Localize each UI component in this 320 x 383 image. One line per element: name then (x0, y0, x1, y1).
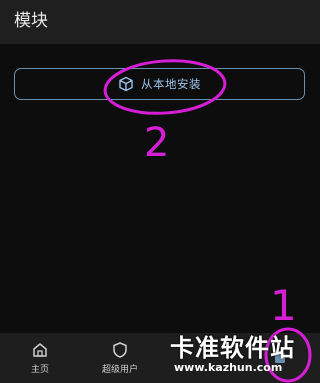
home-icon (33, 343, 47, 357)
install-from-storage-button[interactable]: 从本地安装 (14, 68, 305, 100)
package-box-icon (119, 76, 133, 92)
nav-item-home[interactable]: 主页 (0, 333, 80, 383)
annotation-overlay: 2 1 (103, 59, 312, 383)
bottom-navigation: 主页 超级用户 (0, 333, 320, 383)
app-root: 模块 从本地安装 主页 超级用户 2 1 卡准软件站 www.kazhun.co… (0, 0, 320, 383)
annotation-marker-1: 1 (270, 281, 297, 330)
install-button-label: 从本地安装 (141, 77, 201, 91)
shield-icon (113, 342, 127, 358)
page-title: 模块 (14, 11, 48, 31)
nav-label-home: 主页 (30, 365, 49, 375)
puzzle-icon (275, 350, 285, 363)
nav-item-hidden[interactable] (160, 333, 240, 383)
nav-item-modules[interactable] (240, 333, 320, 383)
app-bar: 模块 (0, 0, 320, 44)
nav-label-superuser: 超级用户 (101, 365, 138, 375)
nav-item-superuser[interactable]: 超级用户 (80, 333, 160, 383)
annotation-marker-2: 2 (144, 120, 169, 166)
